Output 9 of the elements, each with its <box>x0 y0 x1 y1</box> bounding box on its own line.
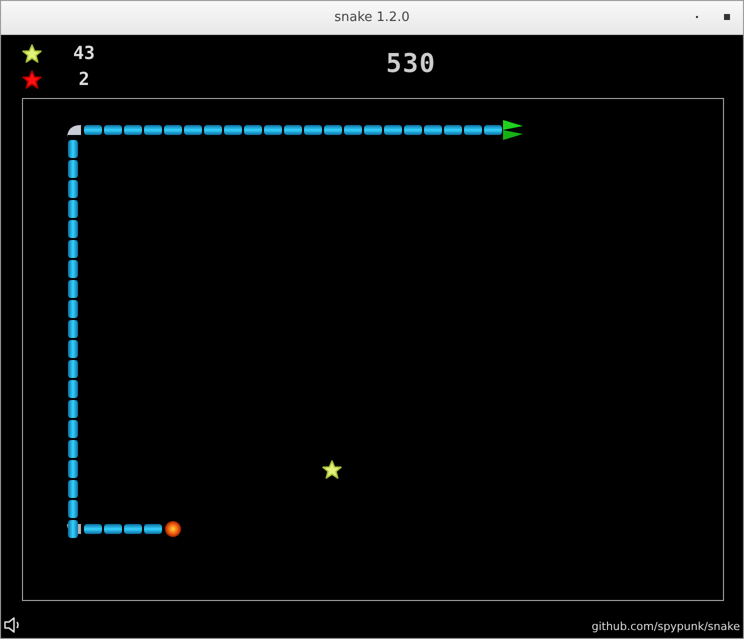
penalty-count: 2 <box>78 70 90 90</box>
star-icon <box>22 44 42 63</box>
star-icon <box>322 460 342 479</box>
minimize-icon[interactable] <box>695 15 699 19</box>
star-icon <box>22 70 42 89</box>
window-title: snake 1.2.0 <box>334 10 410 25</box>
bonus-count: 43 <box>72 44 96 64</box>
github-link[interactable]: github.com/spypunk/snake <box>592 620 740 633</box>
score: 530 <box>386 49 436 79</box>
